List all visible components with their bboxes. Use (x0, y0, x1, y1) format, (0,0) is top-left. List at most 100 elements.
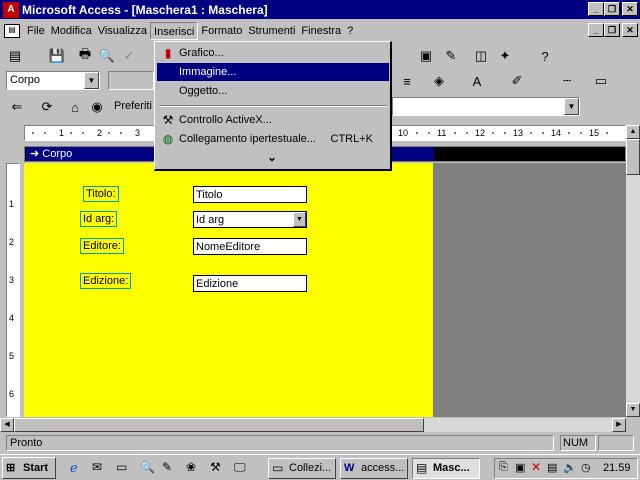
menu-modifica[interactable]: Modifica (48, 22, 95, 40)
font-combo[interactable] (108, 71, 154, 90)
menu-item-grafico[interactable]: ▮ Grafico... (157, 44, 389, 62)
tray-network-icon[interactable]: ⎘ (499, 461, 508, 474)
windows-logo-icon: ⊞ (6, 462, 16, 474)
build-icon[interactable]: ✎ (440, 45, 462, 67)
task-maschera[interactable]: ▤ Masc... (412, 458, 480, 479)
label-titolo[interactable]: Titolo: (83, 186, 119, 202)
menu-file[interactable]: File (24, 22, 48, 40)
monitor-icon[interactable]: 🖵 (234, 460, 246, 475)
start-button[interactable]: ⊞ Start (2, 457, 56, 479)
task-collezi[interactable]: ▭ Collezi... (268, 458, 336, 479)
special-effect-icon[interactable]: ▭ (590, 70, 612, 92)
scroll-thumb[interactable] (626, 139, 640, 175)
menu-bar: ▤ File Modifica Visualizza Inserisci For… (0, 21, 640, 41)
field-nome-editore[interactable]: NomeEditore (193, 238, 307, 255)
paint-icon[interactable]: ❀ (186, 460, 196, 474)
menu-formato[interactable]: Formato (198, 22, 245, 40)
ruler-tick: 13 (513, 128, 524, 138)
restore-button[interactable]: ❐ (604, 2, 620, 16)
field-edizione[interactable]: Edizione (193, 275, 307, 292)
scroll-right-arrow-icon[interactable]: ▶ (612, 418, 626, 432)
menu-item-activex[interactable]: ⚒ Controllo ActiveX... (157, 111, 389, 129)
scroll-left-arrow-icon[interactable]: ◀ (0, 418, 14, 432)
tray-pc-icon[interactable]: ▣ (515, 461, 525, 474)
doc-restore-button[interactable]: ❐ (604, 23, 620, 37)
refresh-icon[interactable]: ⟳ (36, 96, 58, 118)
properties-icon[interactable]: ▣ (415, 45, 437, 67)
view-icon[interactable]: ▤ (4, 45, 26, 67)
form-outside-area (433, 163, 626, 417)
combo-id-arg-value: Id arg (196, 214, 225, 226)
tray-display-icon[interactable]: ▤ (547, 461, 557, 474)
horizontal-scrollbar[interactable]: ◀ ▶ (0, 418, 626, 432)
minimize-button[interactable]: _ (588, 2, 604, 16)
menu-item-hyperlink[interactable]: ◍ Collegamento ipertestuale... CTRL+K (157, 130, 389, 148)
menu-inserisci[interactable]: Inserisci (150, 22, 199, 40)
scroll-down-arrow-icon[interactable]: ▼ (626, 403, 640, 417)
tool-icon[interactable]: ⚒ (210, 460, 221, 474)
doc-close-button[interactable]: ✕ (622, 23, 638, 37)
tray-speaker-icon[interactable]: 🔈 (563, 461, 577, 474)
menu-item-label: Grafico... (179, 47, 224, 59)
font-color-icon[interactable]: A (466, 70, 488, 92)
notepad-icon[interactable]: ✎ (162, 460, 172, 474)
combo-chevron-down-icon[interactable]: ▼ (293, 212, 306, 227)
object-combo[interactable]: Corpo ▼ (6, 71, 100, 90)
line-color-icon[interactable]: ✐ (506, 70, 528, 92)
menu-strumenti[interactable]: Strumenti (245, 22, 298, 40)
label-id-arg[interactable]: Id arg: (80, 211, 118, 227)
menu-finestra[interactable]: Finestra (298, 22, 344, 40)
menu-help[interactable]: ? (344, 22, 356, 40)
align-right-icon[interactable]: ≡ (396, 70, 418, 92)
clock[interactable]: 21.59 (603, 462, 631, 474)
vruler-tick: 2 (9, 237, 15, 247)
tray-blocked-icon[interactable]: ✕ (531, 460, 541, 474)
activex-icon: ⚒ (162, 113, 174, 127)
ie-icon[interactable]: ℯ (70, 460, 78, 476)
print-icon[interactable]: 🖶 (74, 45, 96, 67)
search-web-icon[interactable]: ◉ (86, 96, 108, 118)
fill-color-icon[interactable]: ◈ (428, 70, 450, 92)
vruler-tick: 4 (9, 313, 15, 323)
task-access[interactable]: W access... (340, 458, 408, 479)
ruler-tick: 2 (97, 128, 103, 138)
back-arrow-icon[interactable]: ⇐ (6, 96, 28, 118)
favorites-label[interactable]: Preferiti (114, 100, 152, 112)
form-detail-section[interactable]: Titolo: Titolo Id arg: Id arg ▼ Editore:… (24, 163, 433, 417)
outlook-icon[interactable]: ✉ (92, 460, 102, 474)
ruler-tick: 15 (589, 128, 600, 138)
menu-item-oggetto[interactable]: Oggetto... (157, 82, 389, 100)
document-icon[interactable]: ▤ (4, 24, 20, 38)
form-icon: ▤ (416, 461, 428, 475)
hscroll-thumb[interactable] (14, 418, 424, 432)
menu-visualizza[interactable]: Visualizza (95, 22, 150, 40)
menu-item-immagine[interactable]: Immagine... (157, 63, 389, 81)
vertical-scrollbar[interactable]: ▲ ▼ (626, 125, 640, 417)
task-label: Masc... (433, 462, 470, 474)
desktop-icon[interactable]: ▭ (116, 460, 127, 474)
tray-clock-icon[interactable]: ◷ (581, 461, 591, 474)
label-edizione[interactable]: Edizione: (80, 273, 132, 289)
title-bar[interactable]: A Microsoft Access - [Maschera1 : Masche… (0, 0, 640, 19)
spelling-icon[interactable]: ✓ (118, 45, 140, 67)
address-combo[interactable]: ▼ (392, 97, 580, 116)
combo-id-arg[interactable]: Id arg ▼ (193, 211, 307, 228)
database-window-icon[interactable]: ◫ (470, 45, 492, 67)
menu-expand-chevron-icon[interactable]: ⌄ (267, 150, 277, 164)
field-titolo[interactable]: Titolo (193, 186, 307, 203)
chevron-down-icon[interactable]: ▼ (84, 72, 99, 89)
close-button[interactable]: ✕ (622, 2, 638, 16)
line-width-icon[interactable]: ┄ (556, 70, 578, 92)
address-chevron-down-icon[interactable]: ▼ (564, 98, 579, 115)
new-object-icon[interactable]: ✦ (494, 45, 516, 67)
save-icon[interactable]: 💾 (46, 45, 68, 67)
print-preview-icon[interactable]: 🔍 (96, 45, 118, 67)
doc-minimize-button[interactable]: _ (588, 23, 604, 37)
explorer-icon[interactable]: 🔍 (140, 460, 155, 474)
start-label: Start (23, 462, 49, 474)
home-icon[interactable]: ⌂ (64, 96, 86, 118)
ruler-tick: 3 (135, 128, 141, 138)
help-icon[interactable]: ? (534, 45, 556, 67)
scroll-up-arrow-icon[interactable]: ▲ (626, 125, 640, 139)
label-editore[interactable]: Editore: (80, 238, 124, 254)
